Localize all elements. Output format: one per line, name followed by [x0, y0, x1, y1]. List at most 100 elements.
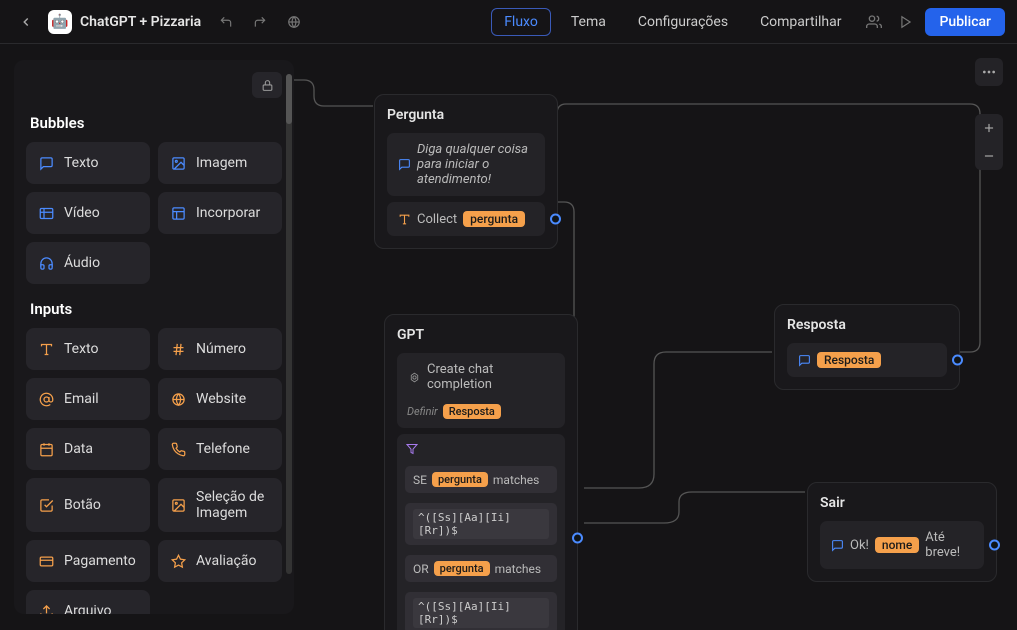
main-area: Bubbles Texto Imagem Vídeo Incorporar Áu…: [0, 44, 1017, 630]
chat-icon: [831, 539, 844, 552]
hash-icon: [171, 342, 186, 357]
flow-canvas[interactable]: Pergunta Diga qualquer coisa para inicia…: [294, 44, 1017, 630]
input-rating-label: Avaliação: [196, 553, 256, 569]
input-email-label: Email: [64, 391, 99, 407]
sair-post: Até breve!: [925, 530, 974, 560]
section-bubbles: Bubbles: [30, 114, 282, 132]
users-button[interactable]: [861, 9, 887, 35]
minus-icon: [982, 149, 996, 163]
globe-button[interactable]: [281, 9, 307, 35]
node-pergunta-msg[interactable]: Diga qualquer coisa para iniciar o atend…: [387, 133, 545, 196]
cond-regex-1: ^([Ss][Aa][Ii][Rr])$: [405, 503, 557, 545]
check-square-icon: [39, 498, 54, 513]
play-button[interactable]: [893, 9, 919, 35]
nav-tema[interactable]: Tema: [559, 9, 618, 35]
node-gpt-action[interactable]: Create chat completion Definir Resposta: [397, 353, 565, 428]
canvas-menu-button[interactable]: [975, 58, 1003, 86]
headphones-icon: [39, 256, 54, 271]
flow-title: ChatGPT + Pizzaria: [80, 14, 201, 30]
collect-var: pergunta: [463, 211, 525, 227]
calendar-icon: [39, 442, 54, 457]
node-resposta[interactable]: Resposta Resposta: [774, 304, 960, 390]
bubble-audio[interactable]: Áudio: [26, 242, 150, 284]
nav-compartilhar[interactable]: Compartilhar: [748, 9, 853, 35]
gpt-action-label: Create chat completion: [427, 362, 555, 392]
lock-sidebar-button[interactable]: [252, 72, 282, 98]
bubble-embed-label: Incorporar: [196, 205, 260, 221]
chat-icon: [398, 158, 411, 171]
input-phone[interactable]: Telefone: [158, 428, 282, 470]
input-email[interactable]: Email: [26, 378, 150, 420]
text-icon: [398, 213, 411, 226]
cond-or-line: OR pergunta matches: [405, 555, 557, 582]
globe-icon: [287, 15, 301, 29]
input-file[interactable]: Arquivo: [26, 590, 150, 614]
node-resposta-item[interactable]: Resposta: [787, 343, 947, 377]
users-icon: [866, 14, 882, 30]
input-text[interactable]: Texto: [26, 328, 150, 370]
cond-regex-2: ^([Ss][Aa][Ii][Rr])$: [405, 592, 557, 630]
bubble-audio-label: Áudio: [64, 255, 100, 271]
blocks-sidebar: Bubbles Texto Imagem Vídeo Incorporar Áu…: [14, 60, 294, 614]
input-payment[interactable]: Pagamento: [26, 540, 150, 582]
input-number[interactable]: Número: [158, 328, 282, 370]
node-sair[interactable]: Sair Ok! nome Até breve!: [807, 482, 997, 582]
section-inputs: Inputs: [30, 300, 282, 318]
nav-fluxo[interactable]: Fluxo: [491, 8, 551, 36]
node-pergunta-title: Pergunta: [387, 107, 545, 123]
star-icon: [171, 554, 186, 569]
bubble-image[interactable]: Imagem: [158, 142, 282, 184]
redo-button[interactable]: [247, 9, 273, 35]
video-icon: [39, 206, 54, 221]
zoom-in-button[interactable]: [975, 114, 1003, 142]
upload-icon: [39, 604, 54, 615]
back-button[interactable]: [12, 8, 40, 36]
port-out-cond[interactable]: [572, 533, 583, 544]
node-gpt[interactable]: GPT Create chat completion Definir Respo…: [384, 314, 578, 630]
port-out[interactable]: [550, 214, 561, 225]
node-resposta-title: Resposta: [787, 317, 947, 333]
node-sair-item[interactable]: Ok! nome Até breve!: [820, 521, 984, 569]
node-gpt-cond[interactable]: SE pergunta matches ^([Ss][Aa][Ii][Rr])$…: [397, 434, 565, 630]
undo-button[interactable]: [213, 9, 239, 35]
plus-icon: [982, 121, 996, 135]
nav-configuracoes[interactable]: Configurações: [626, 9, 740, 35]
input-date-label: Data: [64, 441, 93, 457]
port-out[interactable]: [952, 355, 963, 366]
input-date[interactable]: Data: [26, 428, 150, 470]
publish-button[interactable]: Publicar: [925, 8, 1005, 36]
at-icon: [39, 392, 54, 407]
bubble-embed[interactable]: Incorporar: [158, 192, 282, 234]
bot-avatar-icon: 🤖: [48, 10, 72, 34]
port-out[interactable]: [989, 540, 1000, 551]
bubble-text-label: Texto: [64, 155, 98, 171]
input-payment-label: Pagamento: [64, 553, 136, 569]
sair-pre: Ok!: [850, 538, 869, 553]
image-icon: [171, 156, 186, 171]
resposta-var: Resposta: [817, 352, 881, 368]
redo-icon: [253, 15, 267, 29]
input-website[interactable]: Website: [158, 378, 282, 420]
bubble-video[interactable]: Vídeo: [26, 192, 150, 234]
gpt-define-label: Definir: [407, 405, 438, 418]
input-image-select[interactable]: Seleção de Imagem: [158, 478, 282, 532]
input-website-label: Website: [196, 391, 246, 407]
app-header: 🤖 ChatGPT + Pizzaria Fluxo Tema Configur…: [0, 0, 1017, 44]
node-pergunta[interactable]: Pergunta Diga qualquer coisa para inicia…: [374, 94, 558, 249]
gpt-define-var: Resposta: [443, 404, 501, 419]
dots-icon: [981, 64, 997, 80]
image-select-icon: [171, 498, 186, 513]
phone-icon: [171, 442, 186, 457]
chevron-left-icon: [19, 15, 33, 29]
sidebar-scrollbar[interactable]: [286, 74, 292, 574]
bubble-video-label: Vídeo: [64, 205, 100, 221]
bubble-text[interactable]: Texto: [26, 142, 150, 184]
input-number-label: Número: [196, 341, 246, 357]
input-rating[interactable]: Avaliação: [158, 540, 282, 582]
node-pergunta-collect[interactable]: Collect pergunta: [387, 202, 545, 236]
filter-icon: [406, 443, 418, 455]
node-sair-title: Sair: [820, 495, 984, 511]
undo-icon: [219, 15, 233, 29]
input-button[interactable]: Botão: [26, 478, 150, 532]
zoom-out-button[interactable]: [975, 142, 1003, 170]
